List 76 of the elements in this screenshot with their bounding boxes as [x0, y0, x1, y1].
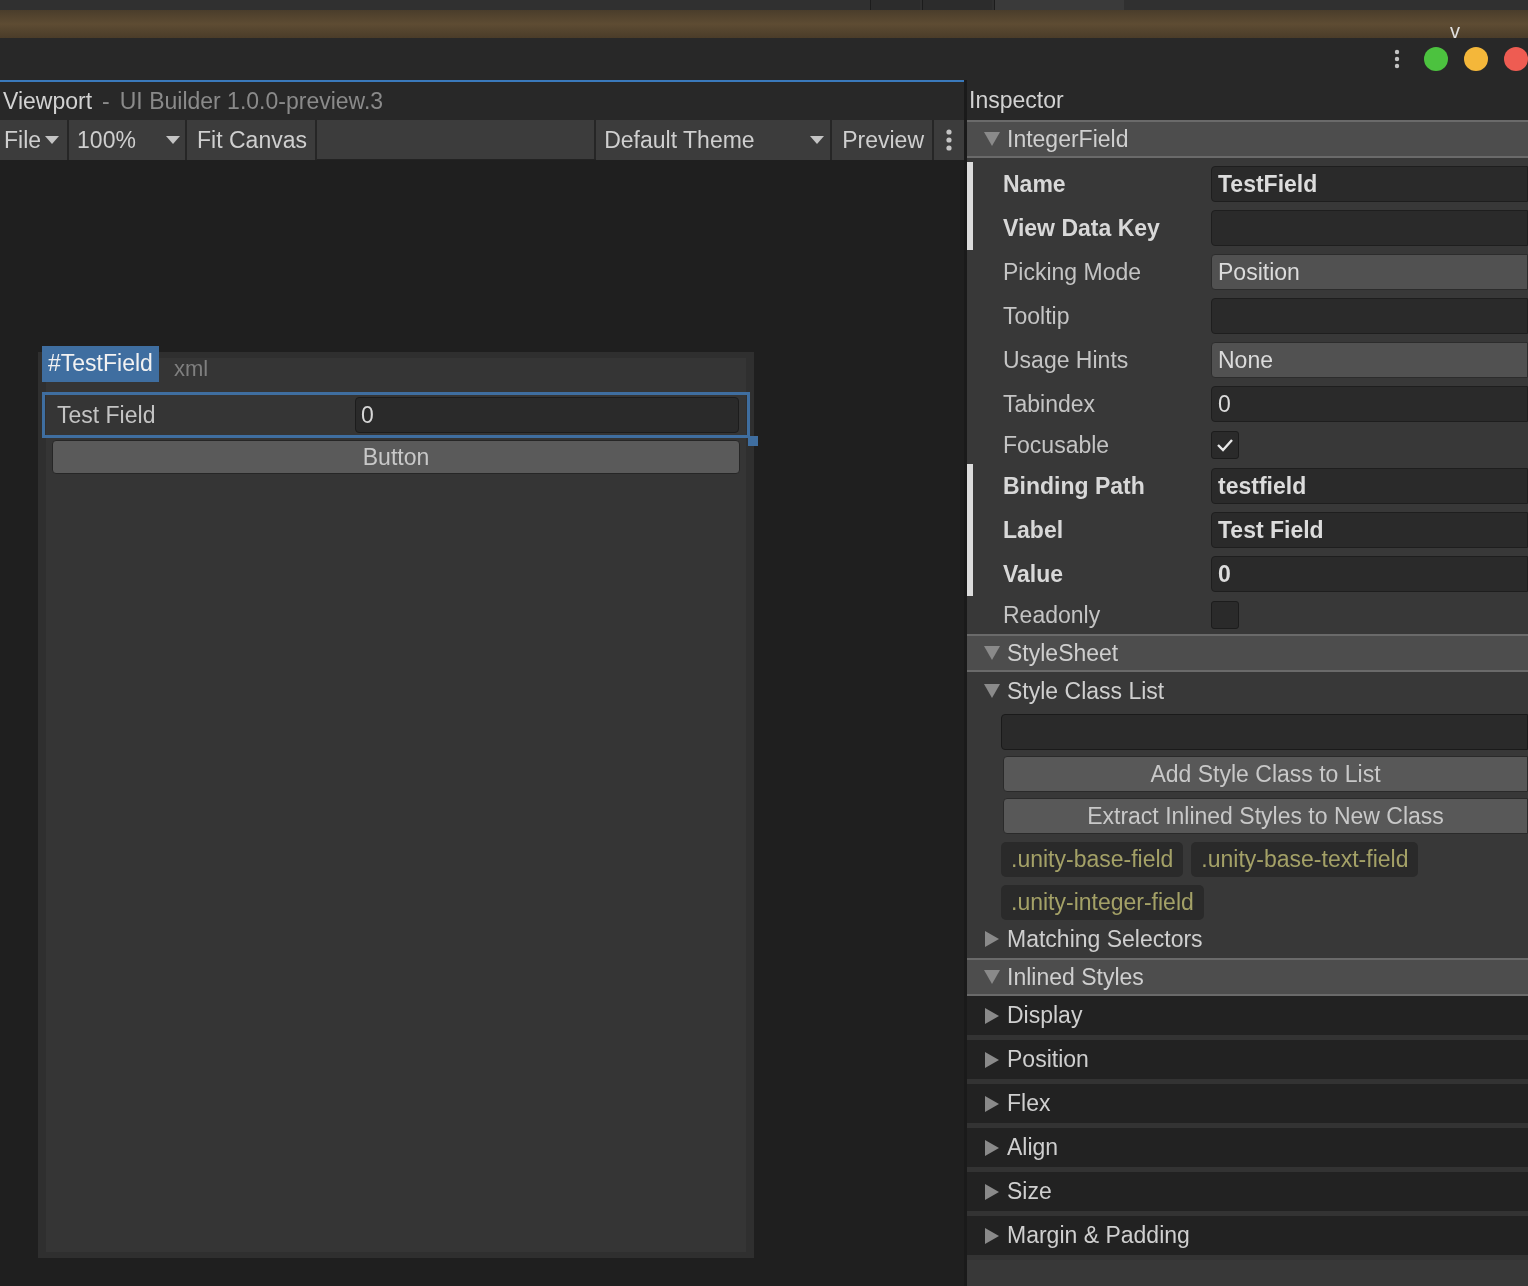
category-header[interactable]: Margin & Padding — [967, 1216, 1528, 1260]
category-header[interactable]: Display — [967, 996, 1528, 1040]
cut-text: v — [1450, 24, 1460, 38]
text-field[interactable] — [1211, 210, 1528, 246]
section-header[interactable]: IntegerField — [967, 120, 1528, 158]
property-label: Tabindex — [1003, 390, 1097, 418]
collapse-triangle-icon[interactable] — [983, 968, 1001, 986]
checkbox[interactable] — [1211, 601, 1239, 629]
window-control[interactable] — [1464, 47, 1488, 71]
property-label: Usage Hints — [1003, 346, 1130, 374]
foldout-header[interactable]: Matching Selectors — [967, 920, 1528, 958]
property-label: Focusable — [1003, 431, 1111, 459]
property-label: Picking Mode — [1003, 258, 1143, 286]
toolbar-button[interactable]: Preview — [832, 120, 934, 160]
panel-title: Viewport — [3, 87, 93, 115]
category-header[interactable]: Align — [967, 1128, 1528, 1172]
property-label: Value — [1003, 560, 1065, 588]
selection-badge: #TestField — [42, 346, 159, 382]
window-control[interactable] — [1504, 47, 1528, 71]
dropdown-field[interactable]: None — [1211, 342, 1528, 378]
expand-triangle-icon[interactable] — [983, 1094, 1001, 1113]
expand-triangle-icon[interactable] — [983, 1182, 1001, 1201]
class-tag[interactable]: .unity-base-text-field — [1191, 842, 1419, 877]
expand-triangle-icon[interactable] — [983, 1226, 1001, 1245]
caret-icon — [165, 136, 180, 144]
checkbox[interactable] — [1211, 431, 1239, 459]
dropdown-button[interactable]: Default Theme — [596, 120, 833, 160]
class-button[interactable]: Extract Inlined Styles to New Class — [1003, 798, 1528, 834]
class-input-field[interactable] — [1001, 714, 1528, 750]
category-header[interactable]: Flex — [967, 1084, 1528, 1128]
expand-triangle-icon[interactable] — [983, 1006, 1001, 1025]
window-control[interactable] — [1424, 47, 1448, 71]
property-label: Name — [1003, 170, 1067, 198]
text-field[interactable]: 0 — [1211, 556, 1528, 592]
class-tag[interactable]: .unity-integer-field — [1001, 885, 1204, 920]
property-label: Tooltip — [1003, 302, 1071, 330]
text-field[interactable]: testfield — [1211, 468, 1528, 504]
property-label: Label — [1003, 516, 1065, 544]
more-icon[interactable] — [1394, 47, 1400, 71]
menu-button[interactable]: File — [0, 120, 70, 160]
property-label: Readonly — [1003, 601, 1102, 629]
document-label: xml — [174, 356, 209, 382]
text-field[interactable]: 0 — [1211, 386, 1528, 422]
collapse-triangle-icon[interactable] — [983, 682, 1001, 700]
collapse-triangle-icon[interactable] — [983, 644, 1001, 662]
foldout-header[interactable]: Style Class List — [967, 672, 1528, 710]
expand-triangle-icon[interactable] — [983, 1138, 1001, 1157]
section-header[interactable]: Inlined Styles — [967, 958, 1528, 996]
integer-field-element[interactable]: Test Field 0 — [42, 392, 750, 438]
text-field[interactable] — [1211, 298, 1528, 334]
checkmark-icon — [1216, 438, 1234, 452]
category-header[interactable]: Position — [967, 1040, 1528, 1084]
expand-triangle-icon[interactable] — [983, 1050, 1001, 1069]
text-field[interactable]: Test Field — [1211, 512, 1528, 548]
collapse-triangle-icon[interactable] — [983, 130, 1001, 148]
caret-icon — [810, 136, 825, 144]
expand-triangle-icon[interactable] — [983, 930, 1001, 948]
field-label: Test Field — [57, 401, 157, 429]
separator-text: - — [102, 87, 110, 115]
dropdown-button[interactable]: 100% — [69, 120, 188, 160]
resize-handle[interactable] — [748, 436, 758, 446]
panel-title: Inspector — [967, 80, 1528, 120]
toolbar-button[interactable]: Fit Canvas — [187, 120, 317, 160]
class-tag[interactable]: .unity-base-field — [1001, 842, 1184, 877]
class-button[interactable]: Add Style Class to List — [1003, 756, 1528, 792]
value-input[interactable]: 0 — [355, 397, 739, 433]
section-header[interactable]: StyleSheet — [967, 634, 1528, 672]
more-icon — [946, 128, 952, 152]
canvas-button[interactable]: Button — [52, 440, 740, 474]
caret-icon — [45, 136, 60, 144]
property-label: View Data Key — [1003, 214, 1161, 242]
panel-subtitle: UI Builder 1.0.0-preview.3 — [119, 87, 384, 115]
property-label: Binding Path — [1003, 472, 1146, 500]
category-header[interactable]: Size — [967, 1172, 1528, 1216]
text-field[interactable]: TestField — [1211, 166, 1528, 202]
dropdown-field[interactable]: Position — [1211, 254, 1528, 290]
